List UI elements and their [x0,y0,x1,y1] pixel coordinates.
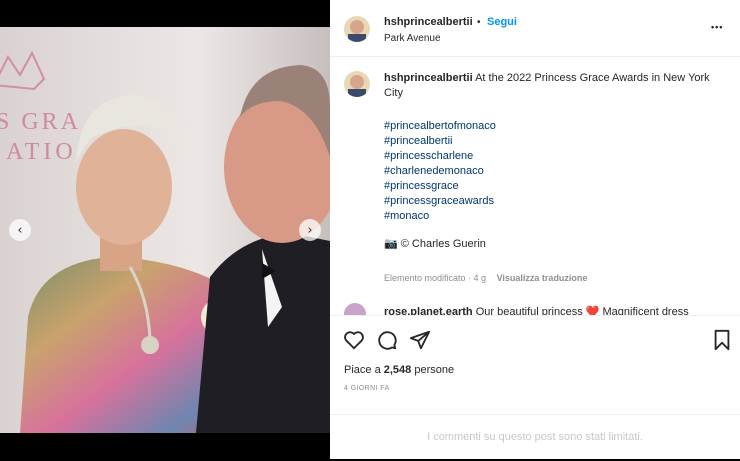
photo-credit: 📷 © Charles Guerin [384,238,486,250]
likes-suffix: persone [411,364,455,376]
chevron-right-icon: › [307,222,313,238]
hashtag-link[interactable]: #charlenedemonaco [384,164,496,179]
post-modal: S GRA ATIO ‹ › hshprincealbertii • Segui… [0,0,740,459]
translate-link[interactable]: Visualizza traduzione [497,273,588,283]
caption-text: hshprincealbertii At the 2022 Princess G… [384,71,714,101]
hashtag-link[interactable]: #princealbertii [384,134,496,149]
edited-label: Elemento modificato · 4 g [384,273,487,283]
hashtag-link[interactable]: #princesscharlene [384,149,496,164]
likes-number: 2,548 [383,364,412,376]
hashtag-link[interactable]: #monaco [384,209,496,224]
hashtag-link[interactable]: #princessgrace [384,179,496,194]
backdrop-text-2: ATIO [6,139,77,165]
bookmark-icon[interactable] [711,329,733,351]
more-options-button[interactable]: ••• [711,22,723,32]
backdrop-text-1: S GRA [0,109,81,135]
comments-limited-notice: I commenti su questo post sono stati lim… [330,414,740,461]
caption-username[interactable]: hshprincealbertii [384,72,473,84]
post-date[interactable]: 4 GIORNI FA [344,385,390,392]
post-author-username[interactable]: hshprincealbertii [384,16,473,28]
separator-dot: • [477,17,481,28]
hashtag-link[interactable]: #princealbertofmonaco [384,119,496,134]
chevron-left-icon: ‹ [17,222,23,238]
photo-image: S GRA ATIO [0,27,330,433]
comment-text: Our beautiful princess ❤️ Magnificent dr… [475,306,689,315]
post-side-panel: hshprincealbertii • Segui Park Avenue ••… [330,0,740,459]
post-header: hshprincealbertii • Segui Park Avenue ••… [330,0,740,57]
comment-row: rose.planet.earth Our beautiful princess… [384,305,689,315]
previous-photo-button[interactable]: ‹ [9,219,31,241]
likes-prefix: Piace a [344,364,384,376]
post-photo[interactable]: S GRA ATIO ‹ › [0,27,330,433]
post-actions: Piace a 2,548 persone 4 GIORNI FA I comm… [330,315,740,460]
avatar[interactable] [344,16,370,42]
hashtag-list: #princealbertofmonaco #princealbertii #p… [384,119,496,224]
comment-username[interactable]: rose.planet.earth [384,306,473,315]
hashtag-link[interactable]: #princessgraceawards [384,194,496,209]
commenter-avatar[interactable] [344,303,366,315]
comment-icon[interactable] [376,329,398,351]
share-icon[interactable] [409,329,431,351]
caption-area: hshprincealbertii At the 2022 Princess G… [330,57,740,315]
post-meta: Elemento modificato · 4 g Visualizza tra… [384,273,587,283]
next-photo-button[interactable]: › [299,219,321,241]
post-location[interactable]: Park Avenue [384,33,441,44]
follow-button[interactable]: Segui [487,16,517,28]
heart-icon[interactable] [343,329,365,351]
likes-count[interactable]: Piace a 2,548 persone [344,364,454,376]
caption-avatar[interactable] [344,71,370,97]
